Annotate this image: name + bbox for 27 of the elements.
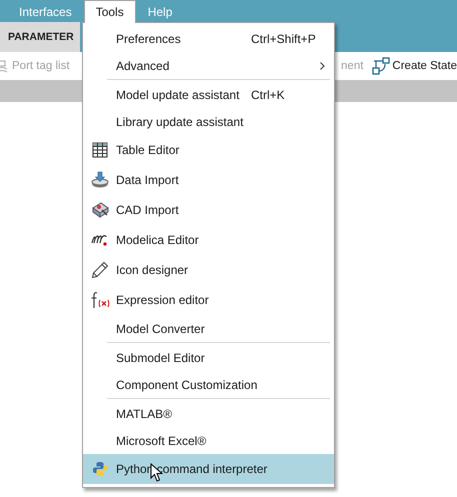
state-diagram-icon [372, 57, 390, 75]
modelica-icon [91, 233, 109, 247]
cad-import-icon [91, 201, 109, 219]
data-import-icon [91, 171, 109, 189]
menu-item[interactable]: Model update assistant Ctrl+K [83, 81, 334, 108]
pencil-icon [91, 261, 109, 279]
python-icon [92, 461, 108, 477]
table-icon [92, 142, 108, 158]
menu-item[interactable]: MATLAB® [83, 400, 334, 427]
menu-item[interactable]: Icon designer [83, 255, 334, 285]
menu-item[interactable]: Expression editor [83, 285, 334, 315]
ribbon-tab[interactable]: PARAMETER [0, 22, 80, 52]
menu-item[interactable]: Microsoft Excel® [83, 427, 334, 454]
toolbar-button[interactable]: Create State [372, 57, 457, 75]
port-tag-icon [0, 58, 10, 74]
menu-item[interactable]: Model Converter [83, 315, 334, 342]
menu-item[interactable]: Library update assistant [83, 108, 334, 135]
menu-item[interactable]: Modelica Editor [83, 225, 334, 255]
menu-item[interactable]: Data Import [83, 165, 334, 195]
menu-item[interactable]: CAD Import [83, 195, 334, 225]
menu-bar-item[interactable]: Tools [84, 0, 136, 23]
menu-item[interactable]: Advanced [83, 52, 334, 79]
menu-item[interactable]: Preferences Ctrl+Shift+P [83, 25, 334, 52]
menu-item[interactable]: Table Editor [83, 135, 334, 165]
function-icon [90, 291, 110, 309]
menu-item[interactable]: Submodel Editor [83, 344, 334, 371]
menu-item[interactable]: Component Customization [83, 371, 334, 398]
